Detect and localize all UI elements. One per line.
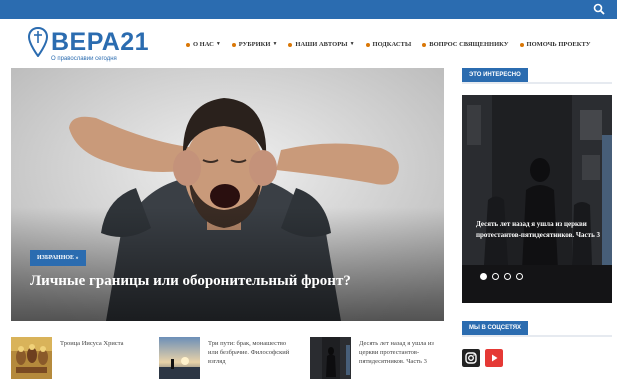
nav-item-label: ВОПРОС СВЯЩЕННИКУ <box>429 41 509 48</box>
slider-dot[interactable] <box>504 273 511 280</box>
slider-dots <box>480 273 523 280</box>
nav-bullet-icon <box>288 42 293 47</box>
youtube-icon[interactable] <box>485 349 503 367</box>
search-icon[interactable] <box>592 2 606 16</box>
featured-badge[interactable]: ИЗБРАННОЕ » <box>30 250 86 266</box>
site-name: ВЕРА21 <box>51 28 150 56</box>
hero-article[interactable]: ИЗБРАННОЕ » Личные границы или обороните… <box>11 68 444 321</box>
article-thumbnail[interactable] <box>310 337 351 379</box>
logo-pin-icon <box>28 27 48 57</box>
nav-bullet-icon <box>365 42 370 47</box>
instagram-icon[interactable] <box>462 349 480 367</box>
article-title[interactable]: Десять лет назад я ушла из церкви протес… <box>359 339 445 366</box>
nav-item-ask-priest[interactable]: ВОПРОС СВЯЩЕННИКУ <box>422 41 509 48</box>
sunset-image <box>159 337 200 379</box>
nav-item-label: ПОДКАСТЫ <box>372 41 412 48</box>
site-tagline: О православии сегодня <box>51 56 117 62</box>
church-image <box>310 337 351 379</box>
main-nav: О НАС ▼ РУБРИКИ ▼ НАШИ АВТОРЫ ▼ ПОДКАСТЫ… <box>186 41 591 48</box>
slider-dot[interactable] <box>480 273 487 280</box>
nav-item-podcasts[interactable]: ПОДКАСТЫ <box>365 41 412 48</box>
slider-dot[interactable] <box>516 273 523 280</box>
article-title[interactable]: Три пути: брак, монашество или безбрачие… <box>208 339 296 366</box>
nav-bullet-icon <box>231 42 236 47</box>
caret-down-icon: ▼ <box>215 42 221 47</box>
hero-title[interactable]: Личные границы или оборонительный фронт? <box>30 273 351 290</box>
featured-image <box>462 95 612 303</box>
nav-bullet-icon <box>186 42 190 47</box>
featured-slider[interactable]: Десять лет назад я ушла из церкви протес… <box>462 95 612 303</box>
nav-item-rubrics[interactable]: РУБРИКИ ▼ <box>231 41 278 48</box>
nav-item-donate[interactable]: ПОМОЧЬ ПРОЕКТУ <box>519 41 591 48</box>
caret-down-icon: ▼ <box>272 42 278 47</box>
nav-bullet-icon <box>519 42 524 47</box>
slider-dot[interactable] <box>492 273 499 280</box>
article-thumbnail[interactable] <box>11 337 52 379</box>
nav-item-about[interactable]: О НАС ▼ <box>186 41 221 48</box>
nav-item-label: О НАС <box>193 41 214 48</box>
featured-title[interactable]: Десять лет назад я ушла из церкви протес… <box>476 219 606 241</box>
site-logo[interactable]: ВЕРА21 О православии сегодня <box>28 27 150 65</box>
nav-bullet-icon <box>422 42 427 47</box>
article-title[interactable]: Троица Иисуса Христа <box>60 339 142 348</box>
nav-item-label: РУБРИКИ <box>238 41 271 48</box>
heading-divider <box>462 335 612 337</box>
nav-item-label: НАШИ АВТОРЫ <box>295 41 348 48</box>
social-heading: МЫ В СОЦСЕТЯХ <box>462 321 529 335</box>
heading-divider <box>462 82 612 84</box>
article-thumbnail[interactable] <box>159 337 200 379</box>
nav-item-authors[interactable]: НАШИ АВТОРЫ ▼ <box>288 41 355 48</box>
icon-painting-image <box>11 337 52 379</box>
caret-down-icon: ▼ <box>349 42 355 47</box>
top-bar <box>0 0 617 19</box>
nav-item-label: ПОМОЧЬ ПРОЕКТУ <box>526 41 591 48</box>
interesting-heading: ЭТО ИНТЕРЕСНО <box>462 68 528 82</box>
